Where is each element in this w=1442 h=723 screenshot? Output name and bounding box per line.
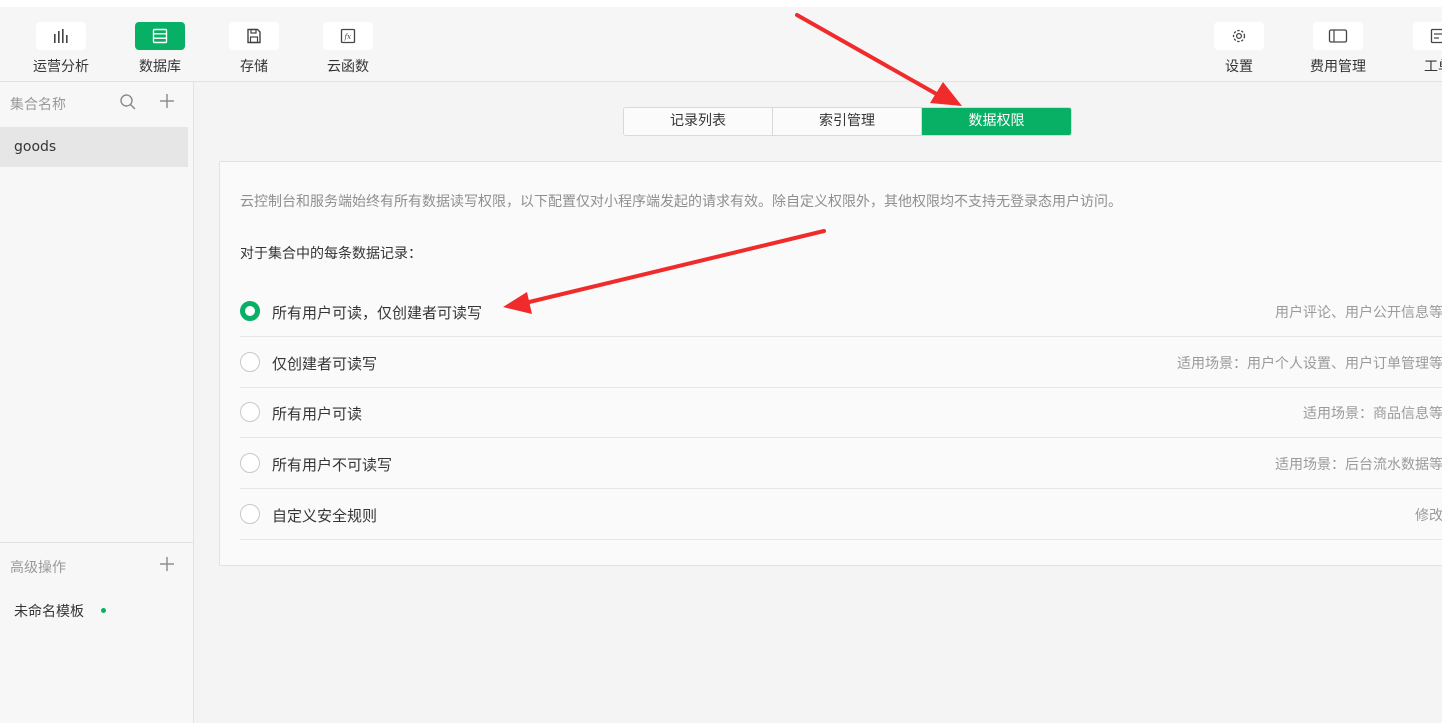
database-icon bbox=[135, 22, 185, 50]
toolbar-ticket[interactable]: 工单 bbox=[1393, 22, 1442, 76]
advanced-operations-title: 高级操作 bbox=[10, 560, 66, 576]
status-dot-icon bbox=[101, 608, 106, 613]
add-template-icon[interactable] bbox=[158, 555, 176, 577]
option-label: 自定义安全规则 bbox=[272, 507, 378, 525]
annotation-arrow-to-option bbox=[503, 229, 826, 314]
permission-option[interactable]: 所有用户可读 适用场景：商品信息等 bbox=[240, 387, 1442, 438]
option-label: 所有用户不可读写 bbox=[272, 456, 393, 474]
toolbar-billing-label: 费用管理 bbox=[1310, 59, 1366, 75]
collection-header: 集合名称 bbox=[0, 82, 193, 124]
template-item[interactable]: 未命名模板 bbox=[14, 601, 84, 621]
modify-link[interactable]: 修改 bbox=[1415, 505, 1442, 525]
window-top-strip bbox=[0, 0, 1442, 7]
option-scene: 用户评论、用户公开信息等 bbox=[1275, 305, 1442, 321]
radio-no-access[interactable] bbox=[240, 453, 260, 473]
annotation-arrow-to-tab bbox=[795, 13, 962, 106]
collection-header-title: 集合名称 bbox=[10, 97, 66, 113]
option-label: 仅创建者可读写 bbox=[272, 355, 378, 373]
toolbar-cloud-function[interactable]: fx 云函数 bbox=[303, 22, 393, 76]
radio-creator-only[interactable] bbox=[240, 352, 260, 372]
function-icon: fx bbox=[323, 22, 373, 50]
tab-index-management[interactable]: 索引管理 bbox=[773, 108, 922, 135]
toolbar-analytics[interactable]: 运营分析 bbox=[16, 22, 106, 76]
toolbar-billing[interactable]: 费用管理 bbox=[1293, 22, 1383, 76]
toolbar-storage[interactable]: 存储 bbox=[209, 22, 299, 76]
option-scene: 适用场景：商品信息等 bbox=[1303, 406, 1442, 422]
toolbar-ticket-label: 工单 bbox=[1424, 59, 1442, 75]
search-icon[interactable] bbox=[119, 93, 137, 115]
annotation-arrows bbox=[503, 13, 962, 314]
option-label: 所有用户可读 bbox=[272, 405, 363, 423]
advanced-operations: 高级操作 未命名模板 bbox=[0, 542, 193, 723]
permission-description: 云控制台和服务端始终有所有数据读写权限，以下配置仅对小程序端发起的请求有效。除自… bbox=[240, 194, 1122, 210]
permission-option[interactable]: 所有用户不可读写 适用场景：后台流水数据等 bbox=[240, 438, 1442, 489]
database-tabs: 记录列表 索引管理 数据权限 bbox=[623, 107, 1072, 136]
toolbar-database[interactable]: 数据库 bbox=[115, 22, 205, 76]
top-toolbar: 运营分析 数据库 存储 fx 云函数 设置 费用管理 工单 bbox=[0, 0, 1442, 82]
permission-panel: 云控制台和服务端始终有所有数据读写权限，以下配置仅对小程序端发起的请求有效。除自… bbox=[219, 161, 1442, 566]
floppy-disk-icon bbox=[229, 22, 279, 50]
bar-chart-icon bbox=[36, 22, 86, 50]
toolbar-settings[interactable]: 设置 bbox=[1194, 22, 1284, 76]
toolbar-storage-label: 存储 bbox=[240, 59, 268, 75]
radio-custom-rules[interactable] bbox=[240, 504, 260, 524]
permission-option[interactable]: 自定义安全规则 修改 bbox=[240, 489, 1442, 540]
collection-item-goods[interactable]: goods bbox=[0, 127, 188, 167]
add-collection-icon[interactable] bbox=[158, 92, 176, 114]
ticket-icon bbox=[1413, 22, 1442, 50]
gear-icon bbox=[1214, 22, 1264, 50]
wallet-icon bbox=[1313, 22, 1363, 50]
tab-data-permission[interactable]: 数据权限 bbox=[922, 108, 1071, 135]
toolbar-settings-label: 设置 bbox=[1225, 59, 1253, 75]
permission-intro: 对于集合中的每条数据记录： bbox=[240, 246, 422, 262]
collection-sidebar: 集合名称 goods 高级操作 未命名模板 bbox=[0, 82, 194, 723]
tab-record-list[interactable]: 记录列表 bbox=[624, 108, 773, 135]
toolbar-analytics-label: 运营分析 bbox=[33, 59, 89, 75]
svg-text:fx: fx bbox=[344, 33, 352, 41]
option-scene: 适用场景：后台流水数据等 bbox=[1275, 457, 1442, 473]
toolbar-cloud-function-label: 云函数 bbox=[327, 59, 369, 75]
permission-option[interactable]: 所有用户可读，仅创建者可读写 用户评论、用户公开信息等 bbox=[240, 286, 1442, 337]
toolbar-database-label: 数据库 bbox=[139, 59, 181, 75]
permission-option[interactable]: 仅创建者可读写 适用场景：用户个人设置、用户订单管理等 bbox=[240, 337, 1442, 388]
option-scene: 适用场景：用户个人设置、用户订单管理等 bbox=[1177, 356, 1442, 372]
option-label: 所有用户可读，仅创建者可读写 bbox=[272, 304, 483, 322]
radio-read-all[interactable] bbox=[240, 402, 260, 422]
radio-read-all-write-creator[interactable] bbox=[240, 301, 260, 321]
